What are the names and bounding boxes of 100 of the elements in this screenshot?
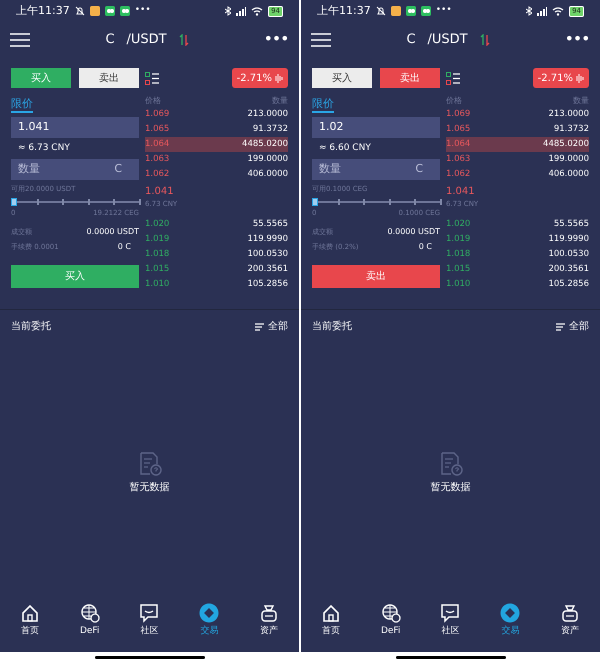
- chat-app-icon: [104, 6, 115, 16]
- chat-app-icon: [406, 6, 416, 16]
- price-field[interactable]: 1.041: [11, 117, 139, 138]
- nav-tab[interactable]: 资产: [259, 603, 280, 639]
- fee-value: 0 C: [418, 241, 433, 253]
- nav-tab[interactable]: 资产: [560, 603, 580, 639]
- order-price: 1.062: [145, 168, 170, 181]
- order-amount: 213.0000: [247, 108, 288, 121]
- filter-button[interactable]: 全部: [255, 319, 288, 334]
- slider-track[interactable]: [312, 198, 440, 206]
- fee-value: 0 C: [118, 241, 132, 253]
- order-amount: 200.3561: [548, 263, 589, 276]
- cny-estimate: ≈ 6.73 CNY: [17, 142, 71, 156]
- order-book-icon: [446, 72, 460, 84]
- app-icon: [90, 6, 100, 16]
- order-type-tab[interactable]: 限价: [312, 97, 334, 113]
- empty-document-icon: [138, 452, 162, 476]
- bag-icon: [259, 603, 280, 624]
- nav-tab[interactable]: DeFi: [80, 603, 100, 639]
- order-price: 1.018: [145, 248, 170, 261]
- order-price: 1.069: [145, 108, 170, 121]
- bluetooth-icon: [225, 6, 232, 16]
- nav-tab[interactable]: 社区: [440, 603, 460, 639]
- order-amount: 406.0000: [548, 168, 589, 181]
- buy-tab[interactable]: 买入: [312, 68, 372, 88]
- slider-thumb[interactable]: [11, 198, 17, 206]
- signal-icon: [537, 6, 548, 16]
- nav-tab[interactable]: 首页: [320, 603, 341, 639]
- quantity-field[interactable]: 数量 C: [312, 159, 440, 180]
- chat-icon: [440, 603, 460, 624]
- order-price: 1.063: [145, 153, 170, 166]
- order-price: 1.019: [145, 233, 170, 246]
- signal-icon: [236, 6, 246, 16]
- sell-button[interactable]: 卖出: [312, 265, 440, 288]
- order-price: 1.010: [446, 278, 470, 291]
- order-amount: 199.0000: [247, 153, 288, 166]
- chart-icon: [576, 74, 584, 82]
- bluetooth-icon: [526, 6, 532, 16]
- more-icon[interactable]: •••: [264, 30, 289, 50]
- last-price: 1.041: [446, 185, 476, 199]
- price-field[interactable]: 1.02: [312, 117, 440, 138]
- column-header: 价格: [145, 95, 161, 107]
- nav-tab[interactable]: DeFi: [380, 603, 401, 639]
- app-icon: [390, 6, 401, 16]
- bell-off-icon: [74, 6, 85, 16]
- order-price: 1.019: [446, 233, 470, 246]
- column-header: 数量: [573, 95, 589, 107]
- slider-track[interactable]: [11, 198, 139, 206]
- order-amount: 119.9990: [247, 233, 288, 246]
- slider-thumb[interactable]: [312, 198, 318, 206]
- chat-app-icon: [420, 6, 431, 16]
- empty-document-icon: [438, 452, 462, 476]
- order-type-tab[interactable]: 限价: [11, 97, 33, 113]
- menu-icon: [10, 33, 30, 47]
- order-amount: 406.0000: [247, 168, 288, 181]
- pair-title: /USDT: [126, 31, 167, 50]
- price-change-badge[interactable]: -2.71%: [232, 68, 288, 88]
- home-indicator[interactable]: [396, 656, 506, 658]
- chat-icon: [139, 603, 160, 624]
- order-amount: 199.0000: [548, 153, 589, 166]
- nav-tab[interactable]: 首页: [20, 603, 40, 639]
- column-header: 价格: [446, 95, 462, 107]
- order-price: 1.064: [145, 138, 170, 151]
- sell-tab[interactable]: 卖出: [380, 68, 440, 88]
- more-indicator: •••: [134, 4, 151, 18]
- last-price: 1.041: [145, 185, 175, 199]
- nav-tab[interactable]: 交易: [500, 603, 520, 639]
- filter-icon: [255, 322, 264, 330]
- home-indicator[interactable]: [94, 656, 204, 658]
- empty-message: 暂无数据: [130, 480, 170, 495]
- pair-title: C: [105, 31, 115, 50]
- order-amount: 4485.0200: [543, 138, 589, 151]
- cny-estimate: ≈ 6.60 CNY: [318, 142, 372, 156]
- order-amount: 91.3732: [252, 123, 288, 136]
- order-amount: 105.2856: [548, 278, 589, 291]
- order-amount: 55.5565: [252, 218, 288, 231]
- price-change-badge[interactable]: -2.71%: [532, 68, 589, 88]
- section-title: 当前委托: [312, 320, 352, 334]
- section-title: 当前委托: [11, 320, 51, 334]
- nav-tab[interactable]: 交易: [199, 603, 220, 639]
- nav-tab[interactable]: 社区: [139, 603, 160, 639]
- order-price: 1.020: [145, 218, 170, 231]
- order-amount: 213.0000: [548, 108, 589, 121]
- home-icon: [320, 603, 341, 624]
- more-icon[interactable]: •••: [565, 30, 590, 50]
- quantity-field[interactable]: 数量 C: [11, 159, 139, 180]
- order-amount: 200.3561: [247, 263, 288, 276]
- order-amount: 55.5565: [554, 218, 589, 231]
- order-book-icon: [145, 72, 159, 84]
- order-amount: 100.0530: [247, 248, 288, 261]
- chat-app-icon: [120, 6, 130, 16]
- status-time: 上午11:37: [317, 2, 371, 19]
- sell-tab[interactable]: 卖出: [79, 68, 139, 88]
- order-price: 1.063: [446, 153, 470, 166]
- filter-button[interactable]: 全部: [556, 319, 589, 334]
- order-price: 1.015: [145, 263, 170, 276]
- filter-icon: [556, 322, 565, 330]
- chart-icon: [275, 74, 283, 82]
- pair-title: /USDT: [428, 31, 468, 50]
- order-price: 1.064: [446, 138, 470, 151]
